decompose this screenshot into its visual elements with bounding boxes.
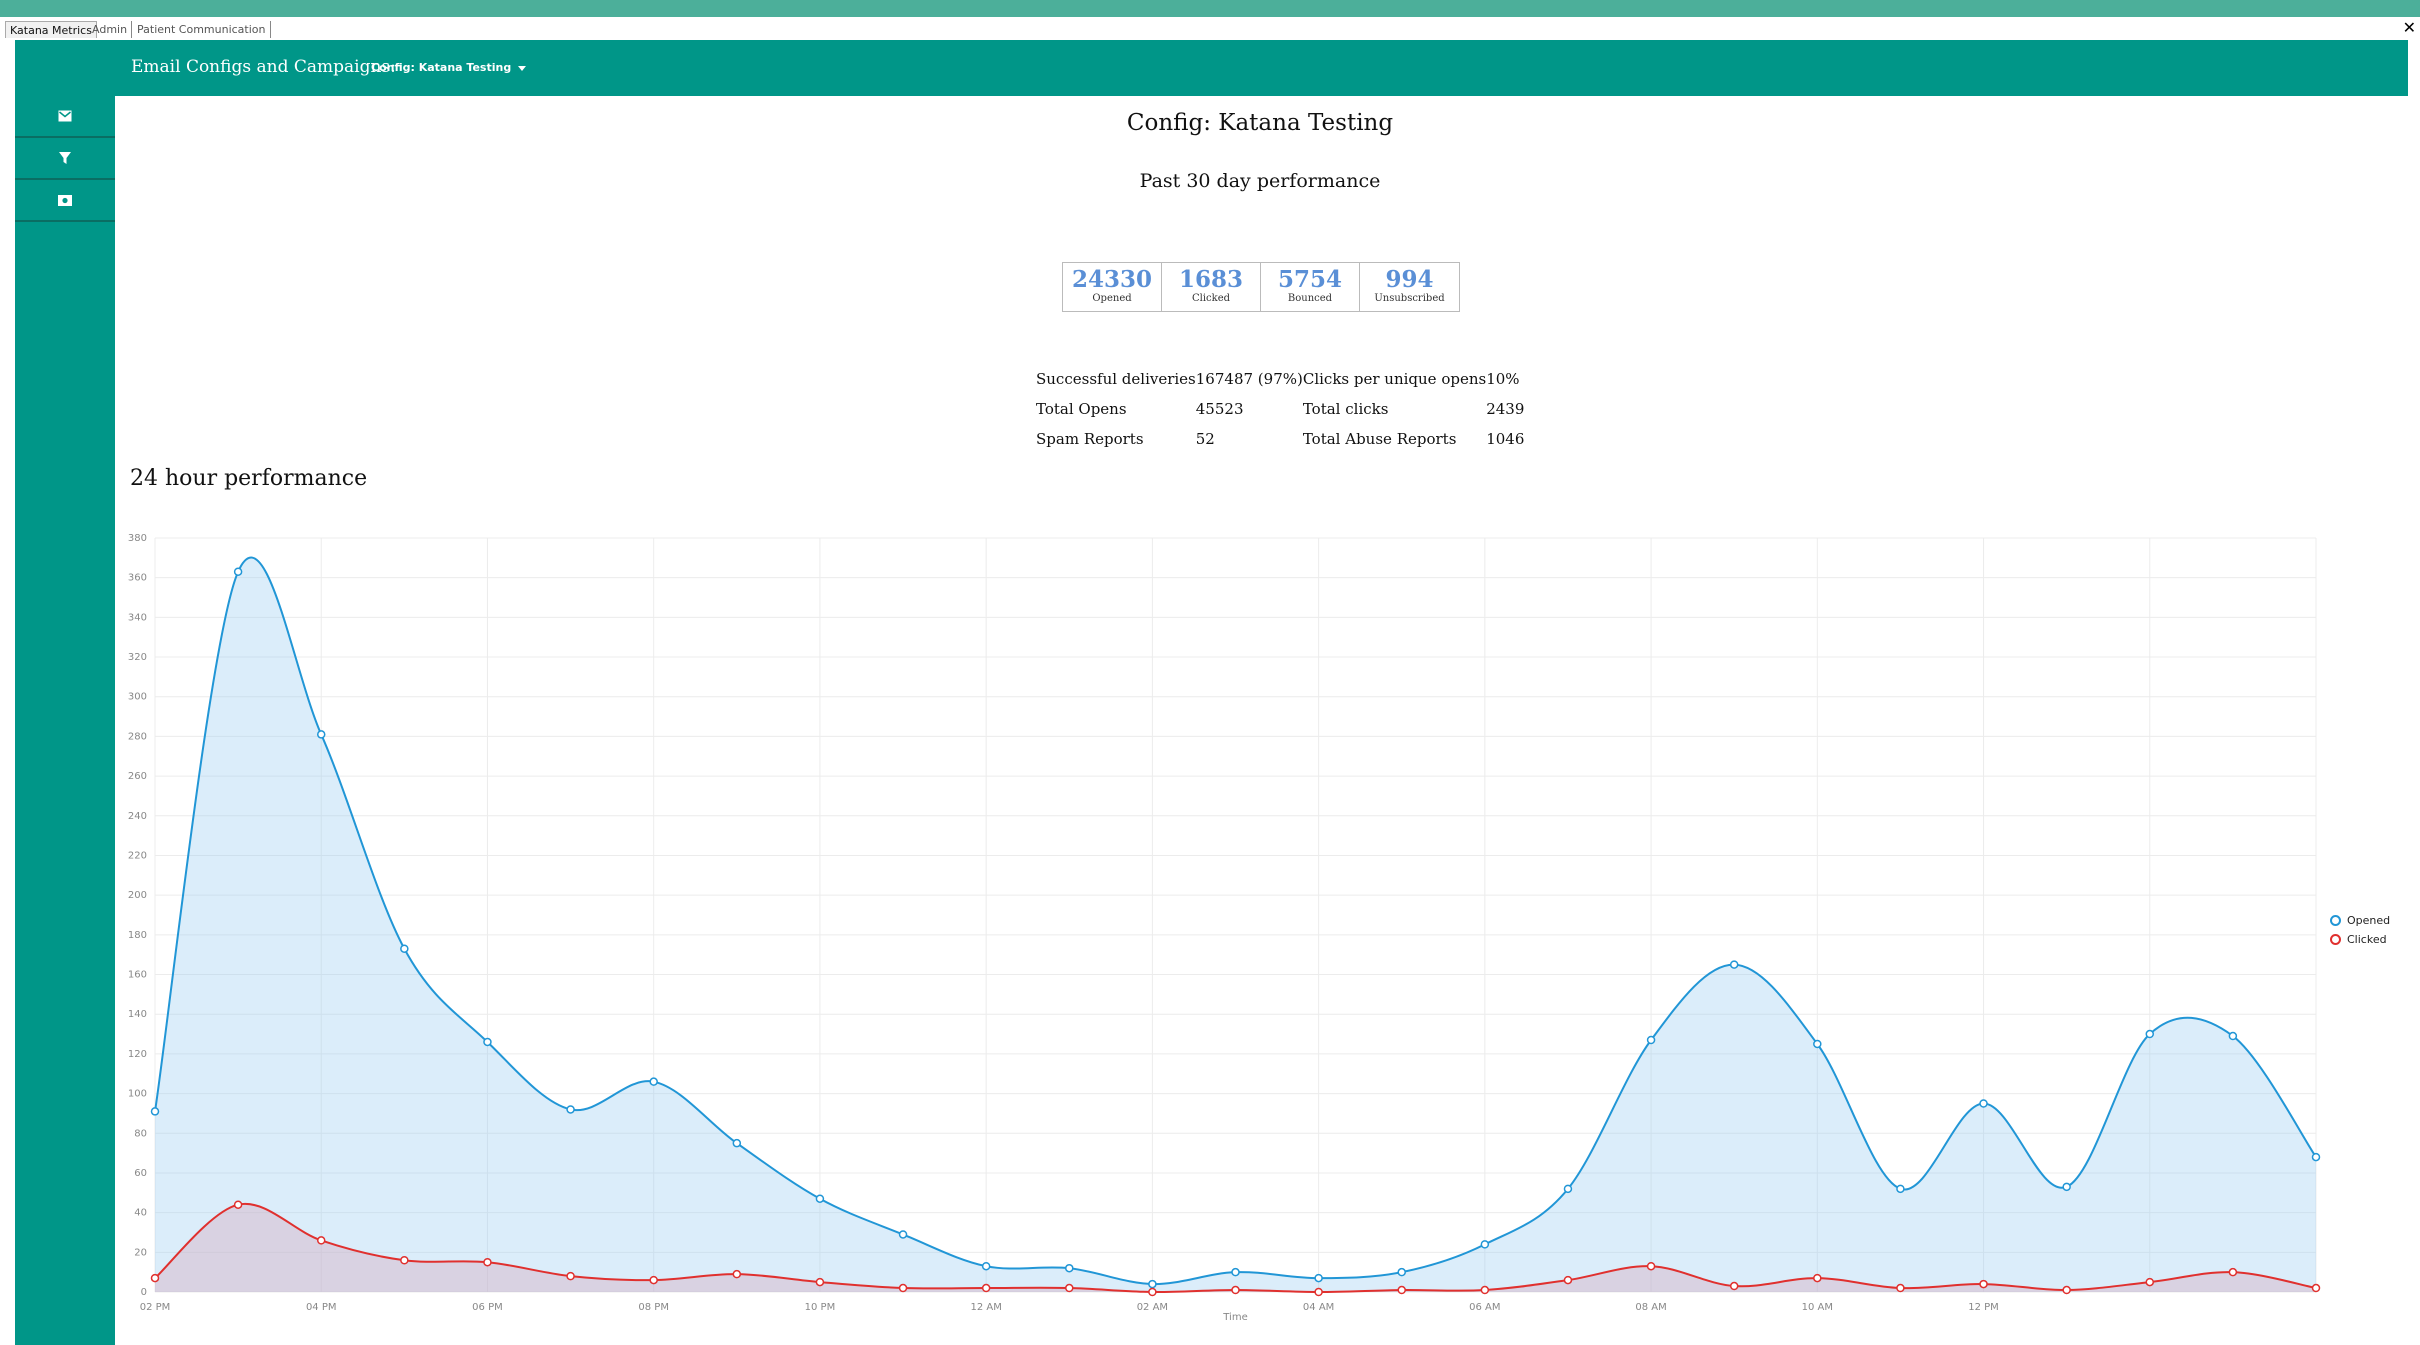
- data-point-opened: [1231, 1267, 1240, 1277]
- x-tick-label: 04 PM: [306, 1302, 337, 1313]
- performance-chart: 0 20 40 60 80 100 120 140 160 180 200 220 240 260 280 3…: [128, 533, 2321, 1323]
- legend-swatch: [2330, 915, 2341, 926]
- x-tick-label: 02 PM: [140, 1302, 171, 1313]
- data-point-opened: [815, 1194, 825, 1203]
- data-point-opened: [2228, 1031, 2238, 1041]
- data-point-clicked: [1563, 1275, 1573, 1285]
- y-tick-label: 100: [128, 1089, 147, 1100]
- data-point-opened: [1065, 1263, 1074, 1273]
- data-point-opened: [1729, 960, 1739, 969]
- data-point-clicked: [1729, 1281, 1739, 1291]
- data-point-clicked: [316, 1236, 326, 1245]
- data-point-opened: [898, 1230, 908, 1239]
- x-tick-label: 12 AM: [970, 1302, 1001, 1313]
- y-tick-label: 80: [134, 1128, 147, 1139]
- data-point-opened: [1148, 1279, 1157, 1289]
- x-tick-label: 10 PM: [805, 1302, 836, 1313]
- data-point-opened: [649, 1077, 658, 1086]
- data-point-clicked: [1397, 1285, 1406, 1295]
- data-point-clicked: [1148, 1287, 1157, 1297]
- data-point-clicked: [1979, 1279, 1988, 1289]
- data-point-opened: [483, 1037, 492, 1047]
- data-point-opened: [1314, 1273, 1323, 1283]
- legend-item-clicked[interactable]: Clicked: [2330, 930, 2390, 949]
- x-tick-label: 06 AM: [1469, 1302, 1500, 1313]
- data-point-clicked: [815, 1277, 825, 1287]
- legend-label: Clicked: [2347, 933, 2387, 946]
- y-tick-label: 260: [128, 771, 147, 782]
- legend-swatch: [2330, 934, 2341, 945]
- data-point-opened: [2311, 1152, 2321, 1162]
- y-tick-label: 200: [128, 890, 147, 901]
- x-tick-label: 08 AM: [1635, 1302, 1666, 1313]
- data-point-clicked: [1896, 1283, 1905, 1293]
- y-tick-label: 160: [128, 970, 147, 981]
- x-tick-label: 04 AM: [1303, 1302, 1334, 1313]
- y-tick-label: 60: [134, 1168, 147, 1179]
- y-tick-label: 240: [128, 811, 147, 822]
- data-point-clicked: [2145, 1277, 2155, 1287]
- data-point-opened: [1397, 1267, 1406, 1277]
- y-tick-label: 340: [128, 612, 147, 623]
- data-point-clicked: [150, 1273, 160, 1283]
- data-point-clicked: [400, 1256, 409, 1265]
- y-tick-label: 320: [128, 652, 147, 663]
- data-point-clicked: [1480, 1285, 1490, 1295]
- y-tick-label: 280: [128, 731, 147, 742]
- data-point-opened: [233, 567, 243, 576]
- data-point-opened: [1979, 1099, 1988, 1108]
- data-point-opened: [316, 730, 326, 739]
- data-point-clicked: [1065, 1283, 1074, 1293]
- y-tick-label: 120: [128, 1049, 147, 1060]
- data-point-clicked: [2062, 1285, 2071, 1295]
- series-area-opened: [155, 557, 2316, 1292]
- y-tick-label: 20: [134, 1247, 147, 1258]
- data-point-opened: [981, 1261, 991, 1271]
- x-tick-label: 06 PM: [472, 1302, 503, 1313]
- data-point-opened: [1563, 1184, 1573, 1194]
- data-point-clicked: [1231, 1285, 1240, 1295]
- data-point-clicked: [732, 1269, 742, 1279]
- data-point-opened: [150, 1107, 160, 1116]
- data-point-clicked: [483, 1257, 492, 1267]
- data-point-clicked: [1646, 1261, 1656, 1271]
- data-point-clicked: [981, 1283, 991, 1293]
- y-tick-label: 180: [128, 930, 147, 941]
- data-point-opened: [400, 944, 409, 953]
- x-axis-label: Time: [1222, 1312, 1247, 1323]
- data-point-opened: [1813, 1039, 1822, 1049]
- data-point-opened: [1480, 1240, 1490, 1249]
- data-point-clicked: [566, 1271, 575, 1281]
- y-tick-label: 300: [128, 692, 147, 703]
- data-point-opened: [566, 1105, 575, 1114]
- data-point-clicked: [233, 1200, 243, 1209]
- data-point-clicked: [649, 1275, 658, 1285]
- x-tick-label: 12 PM: [1968, 1302, 1999, 1313]
- legend-item-opened[interactable]: Opened: [2330, 911, 2390, 930]
- y-tick-label: 380: [128, 533, 147, 544]
- data-point-opened: [1896, 1184, 1905, 1194]
- data-point-opened: [2062, 1182, 2071, 1192]
- data-point-opened: [2145, 1029, 2155, 1039]
- y-tick-label: 220: [128, 850, 147, 861]
- data-point-clicked: [898, 1283, 908, 1293]
- data-point-clicked: [1813, 1273, 1822, 1283]
- data-point-clicked: [1314, 1287, 1323, 1297]
- data-point-opened: [1646, 1035, 1656, 1045]
- chart-legend: Opened Clicked: [2330, 911, 2390, 949]
- y-tick-label: 360: [128, 573, 147, 584]
- y-tick-label: 0: [141, 1287, 147, 1298]
- data-point-opened: [732, 1138, 742, 1148]
- legend-label: Opened: [2347, 914, 2391, 927]
- x-tick-label: 10 AM: [1802, 1302, 1833, 1313]
- y-tick-label: 40: [134, 1208, 147, 1219]
- x-tick-label: 02 AM: [1137, 1302, 1168, 1313]
- data-point-clicked: [2228, 1267, 2238, 1277]
- data-point-clicked: [2311, 1283, 2321, 1293]
- y-tick-label: 140: [128, 1009, 147, 1020]
- x-tick-label: 08 PM: [638, 1302, 669, 1313]
